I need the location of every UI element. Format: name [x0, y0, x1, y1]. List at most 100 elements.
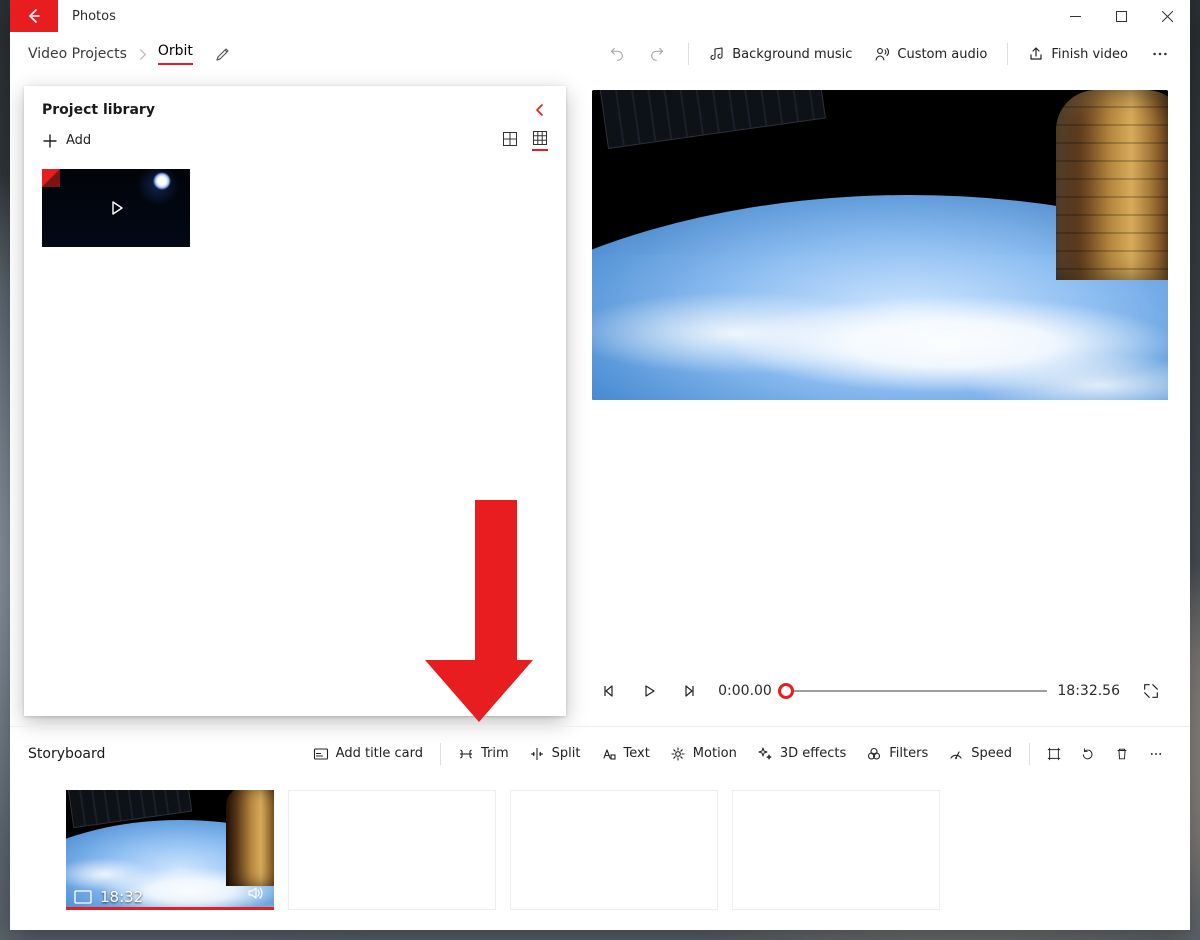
- add-media-label: Add: [66, 133, 91, 148]
- window-close-button[interactable]: [1144, 0, 1190, 32]
- person-audio-icon: [874, 46, 890, 62]
- divider: [1007, 43, 1008, 65]
- breadcrumb-project[interactable]: Orbit: [158, 43, 193, 65]
- text-label: Text: [624, 746, 650, 761]
- collapse-library-button[interactable]: [532, 102, 548, 118]
- grid-large-toggle[interactable]: [502, 131, 518, 150]
- divider: [1029, 743, 1030, 765]
- app-title: Photos: [58, 9, 130, 24]
- editor-body: Project library Add: [10, 76, 1190, 726]
- window-maximize-button[interactable]: [1098, 0, 1144, 32]
- close-icon: [1162, 11, 1173, 22]
- pencil-icon: [215, 46, 231, 62]
- play-icon: [641, 683, 657, 699]
- add-title-card-label: Add title card: [336, 746, 423, 761]
- 3d-effects-button[interactable]: 3D effects: [748, 740, 855, 768]
- music-note-icon: [709, 46, 725, 62]
- grid-2-icon: [502, 131, 518, 147]
- storyboard-empty-slot[interactable]: [510, 790, 718, 910]
- rotate-icon: [1081, 746, 1095, 762]
- storyboard-clip[interactable]: 18:32: [66, 790, 274, 910]
- duration-icon: [74, 890, 92, 904]
- fullscreen-button[interactable]: [1136, 676, 1166, 706]
- finish-video-label: Finish video: [1051, 47, 1128, 62]
- more-button[interactable]: [1142, 39, 1178, 69]
- text-icon: [601, 746, 617, 762]
- frame-forward-button[interactable]: [674, 676, 704, 706]
- fullscreen-icon: [1142, 682, 1160, 700]
- title-bar: Photos: [10, 0, 1190, 32]
- trim-label: Trim: [481, 746, 509, 761]
- background-music-button[interactable]: Background music: [701, 40, 860, 68]
- motion-button[interactable]: Motion: [661, 740, 746, 768]
- rotate-button[interactable]: [1072, 740, 1104, 768]
- text-button[interactable]: Text: [592, 740, 659, 768]
- speed-icon: [948, 746, 964, 762]
- transport-controls: 0:00.00 18:32.56: [592, 670, 1168, 716]
- minimize-icon: [1070, 11, 1081, 22]
- undo-button[interactable]: [598, 39, 634, 69]
- total-time: 18:32.56: [1057, 683, 1120, 699]
- storyboard-empty-slot[interactable]: [732, 790, 940, 910]
- sparkle-icon: [757, 746, 773, 762]
- undo-icon: [607, 45, 625, 63]
- filters-button[interactable]: Filters: [857, 740, 937, 768]
- preview-canvas[interactable]: [592, 90, 1168, 400]
- play-overlay-icon: [107, 199, 125, 217]
- divider: [440, 743, 441, 765]
- photos-video-editor-window: Photos Video Projects Orbit: [10, 0, 1190, 930]
- title-card-icon: [313, 746, 329, 762]
- maximize-icon: [1116, 11, 1127, 22]
- seek-knob[interactable]: [778, 683, 794, 699]
- seek-track: [786, 690, 1047, 692]
- project-library-title: Project library: [42, 102, 155, 118]
- rename-project-button[interactable]: [215, 46, 231, 62]
- ellipsis-icon: [1151, 45, 1169, 63]
- speed-button[interactable]: Speed: [939, 740, 1021, 768]
- split-icon: [529, 746, 545, 762]
- motion-icon: [670, 746, 686, 762]
- breadcrumb-root[interactable]: Video Projects: [28, 46, 127, 62]
- clip-selection-bar: [66, 907, 274, 910]
- play-button[interactable]: [634, 676, 664, 706]
- redo-button[interactable]: [640, 39, 676, 69]
- filters-label: Filters: [889, 746, 928, 761]
- export-icon: [1028, 46, 1044, 62]
- storyboard-strip: 18:32: [10, 780, 1190, 930]
- current-time: 0:00.00: [714, 683, 776, 699]
- window-minimize-button[interactable]: [1052, 0, 1098, 32]
- grid-small-toggle[interactable]: [532, 130, 548, 151]
- seek-bar[interactable]: [786, 690, 1047, 692]
- filters-icon: [866, 746, 882, 762]
- split-button[interactable]: Split: [520, 740, 590, 768]
- delete-clip-button[interactable]: [1106, 740, 1138, 768]
- chevron-right-icon: [135, 47, 150, 62]
- grid-3-icon: [532, 130, 548, 146]
- custom-audio-label: Custom audio: [897, 47, 987, 62]
- preview-panel: 0:00.00 18:32.56: [566, 76, 1190, 726]
- finish-video-button[interactable]: Finish video: [1020, 40, 1136, 68]
- speaker-icon: [246, 884, 264, 902]
- trash-icon: [1115, 746, 1129, 762]
- command-bar: Video Projects Orbit Background music Cu…: [10, 32, 1190, 76]
- trim-button[interactable]: Trim: [449, 740, 518, 768]
- clip-volume-button[interactable]: [246, 884, 264, 902]
- redo-icon: [649, 45, 667, 63]
- plus-icon: [42, 133, 58, 149]
- resize-clip-button[interactable]: [1038, 740, 1070, 768]
- breadcrumb: Video Projects Orbit: [22, 43, 231, 65]
- add-title-card-button[interactable]: Add title card: [304, 740, 432, 768]
- storyboard-more-button[interactable]: [1140, 739, 1172, 769]
- split-label: Split: [552, 746, 581, 761]
- library-clip-thumbnail[interactable]: [42, 169, 190, 247]
- crop-icon: [1047, 746, 1061, 762]
- arrow-left-icon: [26, 8, 42, 24]
- motion-label: Motion: [693, 746, 737, 761]
- add-media-button[interactable]: Add: [42, 133, 91, 149]
- frame-back-button[interactable]: [594, 676, 624, 706]
- back-button[interactable]: [10, 0, 58, 32]
- storyboard-empty-slot[interactable]: [288, 790, 496, 910]
- custom-audio-button[interactable]: Custom audio: [866, 40, 995, 68]
- speed-label: Speed: [971, 746, 1012, 761]
- used-indicator-icon: [42, 169, 60, 187]
